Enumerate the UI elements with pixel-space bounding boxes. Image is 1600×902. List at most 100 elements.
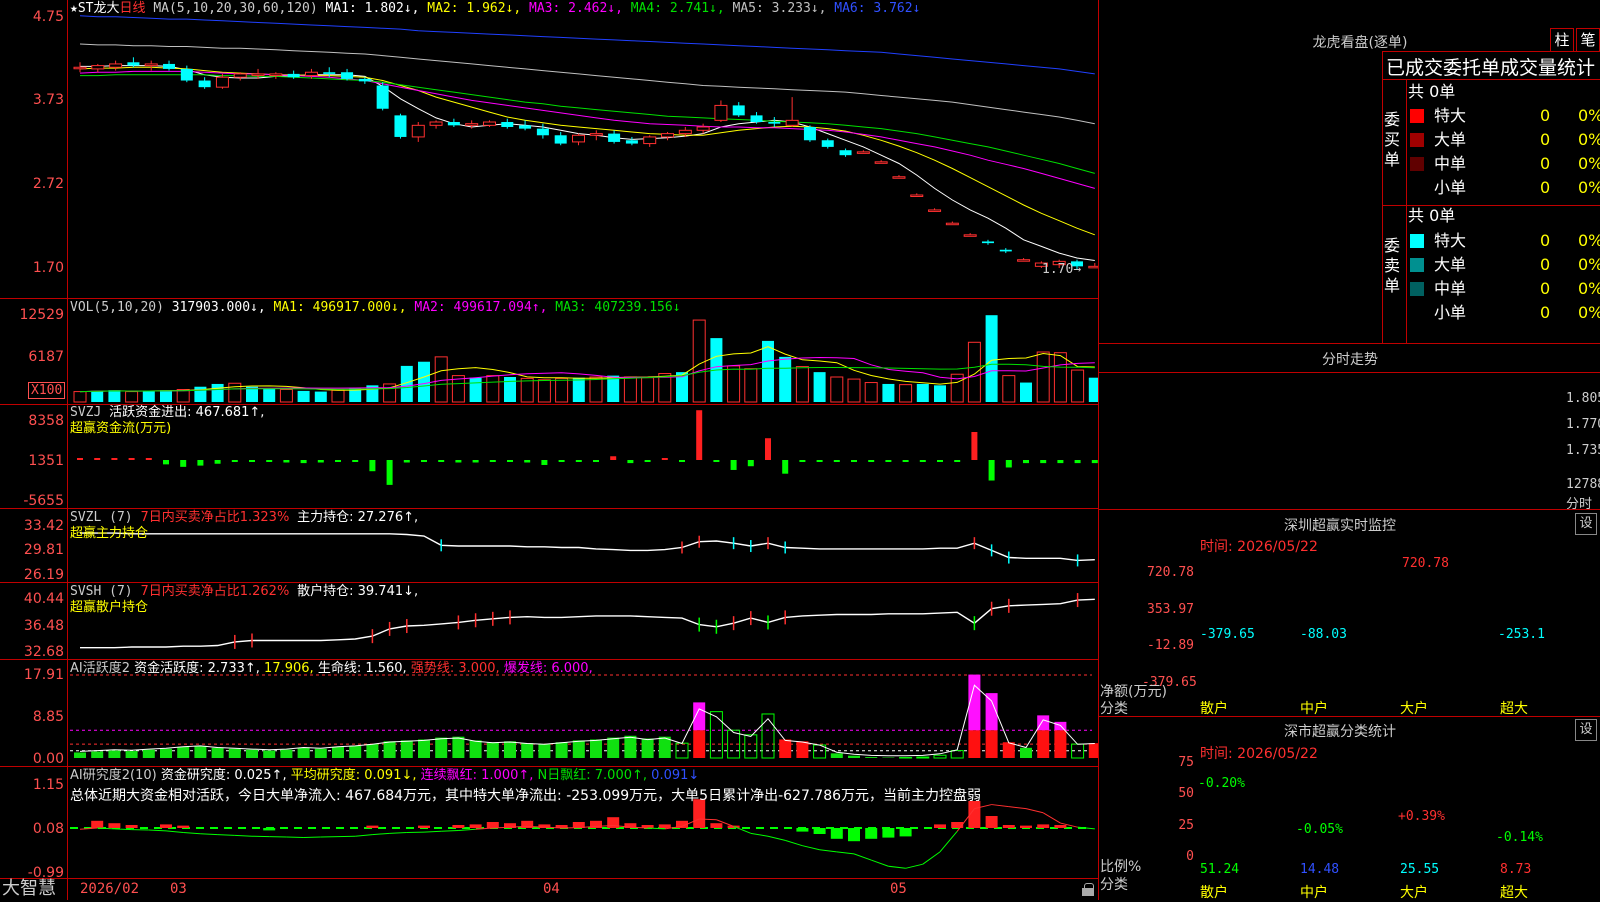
candle-body-up	[946, 223, 958, 225]
sz-stats-pct-retail: 51.24	[1200, 862, 1239, 877]
sz-stats-y1: 75	[1160, 755, 1194, 770]
sz-monitor-val-super: -253.1	[1498, 627, 1545, 642]
vol-bar-down	[160, 390, 172, 402]
candle-body-down	[751, 115, 763, 122]
svsh-params: (7)	[109, 584, 132, 599]
ai2-bar-green	[418, 739, 430, 758]
candle-body-up	[270, 74, 282, 76]
ai2-label: AI活跃度2	[70, 661, 130, 676]
intraday-bottom-line	[1098, 509, 1600, 510]
svzj-bar-outflow	[1092, 460, 1098, 463]
period-label[interactable]: 日线	[119, 1, 145, 16]
vol-label-mid: 6187	[0, 350, 64, 364]
svsh-label: SVSH	[70, 584, 101, 599]
main-right-divider	[1098, 0, 1099, 900]
air-label-top: 1.15	[0, 778, 64, 792]
vol-bar-down	[762, 341, 774, 402]
air-bar-neg	[796, 828, 808, 832]
ma-line-ma5	[80, 44, 1095, 124]
ai2-bar-green	[280, 750, 292, 758]
candle-body-down	[840, 150, 852, 155]
air-bar-pos	[366, 826, 378, 828]
candle-body-up	[786, 120, 798, 125]
sell-xl-swatch	[1410, 234, 1424, 248]
bar-mode-button[interactable]: 柱	[1550, 28, 1574, 52]
chart-canvas[interactable]	[0, 0, 1098, 900]
vol-bar-down	[1020, 383, 1032, 402]
candle-body-down	[199, 81, 211, 88]
ai2-bar-magenta	[1037, 715, 1049, 730]
sz-monitor-val-retail: -379.65	[1200, 627, 1255, 642]
svzj-bar-outflow	[903, 460, 909, 462]
vol-bar-up	[728, 366, 740, 402]
candle-body-up	[662, 134, 674, 137]
buy-m-pct: 0%	[1578, 152, 1600, 176]
intraday-price-top: 1.805	[1566, 391, 1600, 406]
candle-body-up	[92, 66, 104, 69]
buy-l-pct: 0%	[1578, 128, 1600, 152]
ai2-bar-green	[126, 751, 138, 758]
sell-xl-name: 特大	[1434, 229, 1466, 253]
buy-l-name: 大单	[1434, 128, 1466, 152]
sz-stats-settings-button[interactable]: 设	[1575, 719, 1597, 741]
ai2-bar-red	[1003, 742, 1015, 758]
vol-bar-up	[642, 378, 654, 402]
buy-m-swatch	[1410, 157, 1424, 171]
candle-body-down	[448, 122, 460, 125]
ai2-bar-green	[160, 749, 172, 758]
vol-bar-up	[1003, 376, 1015, 402]
vol-bar-up	[280, 390, 292, 402]
sell-xl-vol: 0	[1540, 229, 1550, 253]
air-trend-segment	[80, 828, 97, 829]
vol-bar-up	[435, 357, 447, 402]
vol-bar-down	[143, 391, 155, 402]
svzj-bar-outflow	[438, 460, 444, 462]
svzj-bar-outflow	[679, 460, 685, 462]
candle-body-down	[733, 105, 745, 115]
vol-bar-up	[177, 390, 189, 402]
air-trend-segment	[888, 866, 905, 868]
air-trend-segment	[854, 854, 871, 860]
sell-total: 共 0单	[1408, 204, 1455, 228]
svzj-bar-outflow	[1040, 460, 1046, 463]
vol-unit-label: X100	[28, 382, 65, 399]
candle-body-down	[377, 86, 389, 109]
ai2-bar-hollow	[762, 714, 774, 758]
ai2-bar-green	[865, 757, 877, 758]
svzj-bar-inflow	[94, 458, 100, 460]
sell-xl-pct: 0%	[1578, 229, 1600, 253]
vol-ma1: MA1: 496917.000↓,	[274, 300, 407, 315]
air-trend-segment	[355, 835, 372, 837]
vol-bar-up	[693, 320, 705, 402]
vol-bar-up	[1072, 370, 1084, 402]
vol-ma2: MA2: 499617.094↑,	[414, 300, 547, 315]
vol-bar-down	[882, 384, 894, 402]
ai2-activity: 资金活跃度: 2.733↑,	[134, 661, 260, 676]
svzj-bar-inflow	[610, 456, 616, 460]
stock-title[interactable]: ★ST龙大	[70, 1, 119, 16]
pen-mode-button[interactable]: 笔	[1576, 28, 1600, 52]
ai2-value2: 17.906,	[264, 661, 314, 676]
vol-value: 317903.000↓,	[172, 300, 266, 315]
sz-monitor-settings-button[interactable]: 设	[1575, 513, 1597, 535]
air-label: AI研究度2(10)	[70, 768, 157, 783]
ai2-bar-green	[487, 742, 499, 758]
svsh-title: 7日内买卖净占比1.262%	[140, 584, 289, 599]
sz-monitor-y2: 353.97	[1142, 602, 1194, 617]
candle-body-up	[430, 122, 442, 125]
sz-stats-time: 时间: 2026/05/22	[1200, 743, 1318, 763]
candle-body-down	[359, 79, 371, 81]
ma1-value: MA1: 1.802↓,	[326, 1, 420, 16]
svzj-bar-outflow	[301, 460, 307, 463]
air-extra: 0.091↓	[651, 768, 699, 783]
svzl-label-bottom: 26.19	[0, 568, 64, 582]
air-trend-segment	[441, 830, 458, 831]
ai2-bar-green	[831, 753, 843, 758]
candle-body-down	[127, 62, 139, 65]
vol-bar-down	[779, 357, 791, 402]
air-trend-segment	[785, 840, 802, 845]
candle-body-up	[1018, 260, 1030, 262]
candle-body-down	[822, 140, 834, 147]
svzj-label-mid: 1351	[0, 454, 64, 468]
candle-body-up	[483, 122, 495, 125]
